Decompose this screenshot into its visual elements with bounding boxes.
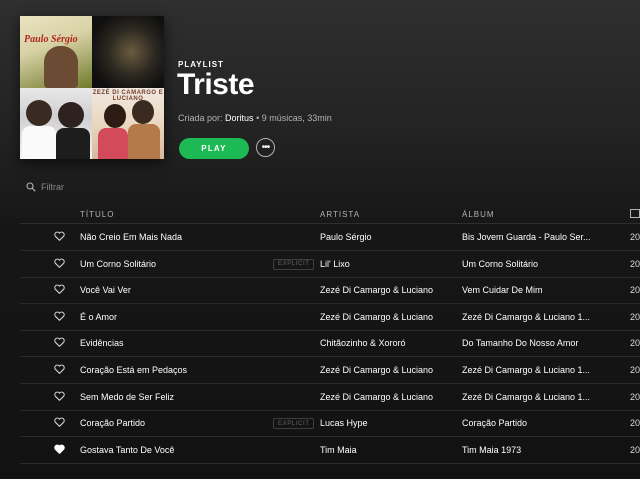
track-artist[interactable]: Paulo Sérgio [320,232,455,242]
track-row[interactable]: Gostava Tanto De Você Tim Maia Tim Maia 19… [20,437,640,464]
track-date-added: 20 [630,285,640,296]
heart-icon[interactable] [54,258,65,268]
play-button[interactable]: PLAY [179,138,249,159]
calendar-icon[interactable] [630,209,640,218]
track-date-added: 20 [630,232,640,242]
filter-input[interactable] [41,182,181,192]
track-date-added: 20 [630,258,640,269]
track-row[interactable]: Sem Medo de Ser Feliz Zezé Di Camargo & L… [20,384,640,411]
track-title[interactable]: Você Vai Ver [80,285,270,295]
created-by-label: Criada por: [178,113,223,123]
column-header-artist[interactable]: ARTISTA [320,210,360,219]
track-date-added: 20 [630,418,640,429]
heart-filled-icon[interactable] [54,444,65,454]
playlist-cover[interactable]: Paulo Sérgio ZEZÉ DI CAMARGO E LUCIANO [20,16,164,159]
track-date-added: 20 [630,311,640,322]
heart-icon[interactable] [54,311,65,321]
track-album[interactable]: Zezé Di Camargo & Luciano 1... [462,392,598,402]
track-date-added: 20 [630,391,640,402]
heart-icon[interactable] [54,417,65,428]
tracklist-header: TÍTULO ARTISTA ÁLBUM [20,205,640,224]
page-title: Triste [177,68,255,101]
filter-box [26,182,181,192]
track-row[interactable]: Coração Partido EXPLICIT Lucas Hype Coração… [20,410,640,438]
track-row[interactable]: Não Creio Em Mais Nada Paulo Sérgio Bis Jo… [20,224,640,251]
track-album[interactable]: Tim Maia 1973 [462,445,598,455]
explicit-badge: EXPLICIT [273,418,315,430]
heart-icon[interactable] [54,284,65,295]
cover-tile-paulo-sergio: Paulo Sérgio [20,16,92,88]
track-album[interactable]: Zezé Di Camargo & Luciano 1... [462,312,598,322]
track-date-added: 20 [630,444,640,455]
track-title[interactable]: Não Creio Em Mais Nada [80,232,270,242]
track-artist[interactable]: Zezé Di Camargo & Luciano [320,285,455,295]
track-title[interactable]: Gostava Tanto De Você [80,445,270,455]
track-artist[interactable]: Zezé Di Camargo & Luciano [320,312,455,322]
owner-link[interactable]: Doritus [225,113,254,123]
heart-icon[interactable] [54,364,65,374]
ellipsis-icon: ••• [261,142,270,153]
track-album[interactable]: Do Tamanho Do Nosso Amor [462,338,598,348]
explicit-badge: EXPLICIT [273,258,315,270]
track-row[interactable]: Você Vai Ver Zezé Di Camargo & Luciano Vem… [20,277,640,305]
playlist-summary: • 9 músicas, 33min [253,113,332,123]
track-artist[interactable]: Lil' Lixo [320,259,455,269]
cover-tile-title: Paulo Sérgio [24,34,78,45]
track-row[interactable]: Evidências Chitãozinho & Xororó Do Tamanho… [20,330,640,358]
track-artist[interactable]: Lucas Hype [320,418,455,428]
search-icon [26,182,36,192]
cover-tile-duo [20,88,92,159]
track-row[interactable]: Um Corno Solitário EXPLICIT Lil' Lixo Um Co… [20,251,640,278]
track-title[interactable]: Coração Partido [80,418,270,428]
track-artist[interactable]: Zezé Di Camargo & Luciano [320,365,455,375]
column-header-album[interactable]: ÁLBUM [462,210,495,219]
cover-tile-tim-maia [92,16,164,88]
track-artist[interactable]: Zezé Di Camargo & Luciano [320,392,455,402]
track-artist[interactable]: Chitãozinho & Xororó [320,338,455,348]
track-date-added: 20 [630,338,640,349]
track-album[interactable]: Coração Partido [462,418,598,428]
heart-icon[interactable] [54,391,65,401]
track-title[interactable]: Coração Está em Pedaços [80,365,270,375]
heart-icon[interactable] [54,337,65,348]
track-title[interactable]: É o Amor [80,312,270,322]
more-options-button[interactable]: ••• [256,138,275,157]
track-date-added: 20 [630,365,640,375]
track-album[interactable]: Zezé Di Camargo & Luciano 1... [462,365,598,375]
heart-icon[interactable] [54,231,65,241]
playlist-meta: Criada por: Doritus • 9 músicas, 33min [178,113,332,123]
cover-tile-zeze-luciano: ZEZÉ DI CAMARGO E LUCIANO [92,88,164,159]
track-row[interactable]: Coração Está em Pedaços Zezé Di Camargo &… [20,357,640,384]
track-album[interactable]: Bis Jovem Guarda - Paulo Ser... [462,232,598,242]
track-title[interactable]: Evidências [80,338,270,348]
track-row[interactable]: É o Amor Zezé Di Camargo & Luciano Zezé Di… [20,304,640,331]
track-album[interactable]: Vem Cuidar De Mim [462,285,598,295]
column-header-title[interactable]: TÍTULO [80,210,114,219]
track-album[interactable]: Um Corno Solitário [462,259,598,269]
track-title[interactable]: Um Corno Solitário [80,259,270,269]
cover-portrait [44,46,78,88]
track-artist[interactable]: Tim Maia [320,445,455,455]
track-title[interactable]: Sem Medo de Ser Feliz [80,392,270,402]
cover-tile-title: ZEZÉ DI CAMARGO E LUCIANO [92,90,164,102]
